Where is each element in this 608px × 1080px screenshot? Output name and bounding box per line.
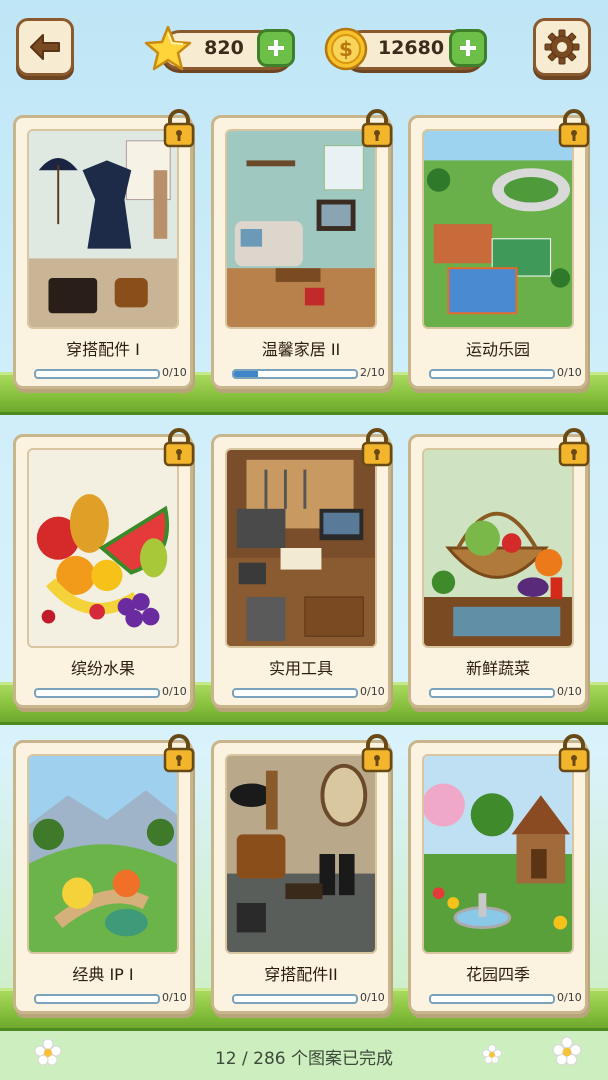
album-artwork	[422, 448, 574, 648]
lock-icon	[163, 734, 195, 773]
lock-icon	[163, 428, 195, 467]
album-artwork	[225, 754, 377, 954]
lock-badge	[557, 427, 591, 467]
progress-count: 0/10	[360, 685, 385, 698]
lock-icon	[558, 428, 590, 467]
lock-badge	[557, 108, 591, 148]
progress-bar	[429, 688, 555, 698]
plus-icon	[268, 40, 284, 56]
lock-badge	[360, 427, 394, 467]
album-card[interactable]: 温馨家居 II 2/10	[211, 109, 393, 389]
gear-icon	[544, 29, 580, 65]
progress-bar	[232, 994, 358, 1004]
progress-fill	[234, 371, 259, 377]
lock-badge	[360, 733, 394, 773]
star-count: 820	[204, 37, 244, 59]
progress-count: 0/10	[557, 991, 582, 1004]
album-artwork	[27, 754, 179, 954]
album-card[interactable]: 实用工具 0/10	[211, 428, 393, 708]
lock-icon	[361, 428, 393, 467]
plus-icon	[460, 40, 476, 56]
back-arrow-icon	[30, 34, 60, 60]
lock-icon	[361, 109, 393, 148]
progress-count: 0/10	[162, 366, 187, 379]
album-card[interactable]: 穿搭配件II 0/10	[211, 734, 393, 1014]
progress-count: 0/10	[557, 685, 582, 698]
album-title: 穿搭配件II	[264, 965, 338, 984]
album-title: 穿搭配件 I	[66, 340, 140, 359]
album-card[interactable]: 新鲜蔬菜 0/10	[408, 428, 590, 708]
svg-text:$: $	[339, 37, 353, 61]
top-bar: 820 12680 $	[0, 0, 608, 100]
lock-badge	[360, 108, 394, 148]
album-title: 缤纷水果	[70, 659, 135, 678]
album-card[interactable]: 运动乐园 0/10	[408, 109, 590, 389]
album-artwork	[422, 129, 574, 329]
album-title: 经典 IP I	[72, 965, 134, 984]
album-artwork	[225, 129, 377, 329]
progress-bar	[232, 369, 358, 379]
album-artwork	[27, 129, 179, 329]
add-coins-button[interactable]	[449, 29, 487, 67]
back-button[interactable]	[16, 18, 74, 76]
progress-count: 0/10	[360, 991, 385, 1004]
album-title: 运动乐园	[465, 340, 530, 359]
lock-icon	[163, 109, 195, 148]
progress-bar	[34, 994, 160, 1004]
album-artwork	[225, 448, 377, 648]
progress-count: 0/10	[162, 991, 187, 1004]
lock-badge	[162, 427, 196, 467]
album-card[interactable]: 经典 IP I 0/10	[13, 734, 195, 1014]
settings-button[interactable]	[533, 18, 591, 76]
progress-count: 2/10	[360, 366, 385, 379]
album-card[interactable]: 穿搭配件 I 0/10	[13, 109, 195, 389]
lock-badge	[162, 108, 196, 148]
lock-icon	[558, 109, 590, 148]
coin-icon: $	[324, 27, 368, 71]
add-stars-button[interactable]	[257, 29, 295, 67]
album-title: 实用工具	[268, 659, 333, 678]
lock-icon	[361, 734, 393, 773]
progress-bar	[429, 994, 555, 1004]
progress-bar	[34, 688, 160, 698]
lock-icon	[558, 734, 590, 773]
album-title: 花园四季	[465, 965, 530, 984]
album-artwork	[422, 754, 574, 954]
album-card[interactable]: 花园四季 0/10	[408, 734, 590, 1014]
lock-badge	[557, 733, 591, 773]
album-card[interactable]: 缤纷水果 0/10	[13, 428, 195, 708]
coin-count: 12680	[377, 37, 445, 59]
completion-status: 12 / 286 个图案已完成	[214, 1049, 394, 1069]
album-title: 温馨家居 II	[261, 340, 341, 359]
progress-bar	[429, 369, 555, 379]
progress-count: 0/10	[162, 685, 187, 698]
progress-bar	[34, 369, 160, 379]
star-icon	[144, 25, 192, 71]
progress-bar	[232, 688, 358, 698]
album-title: 新鲜蔬菜	[465, 659, 530, 678]
progress-count: 0/10	[557, 366, 582, 379]
album-artwork	[27, 448, 179, 648]
lock-badge	[162, 733, 196, 773]
